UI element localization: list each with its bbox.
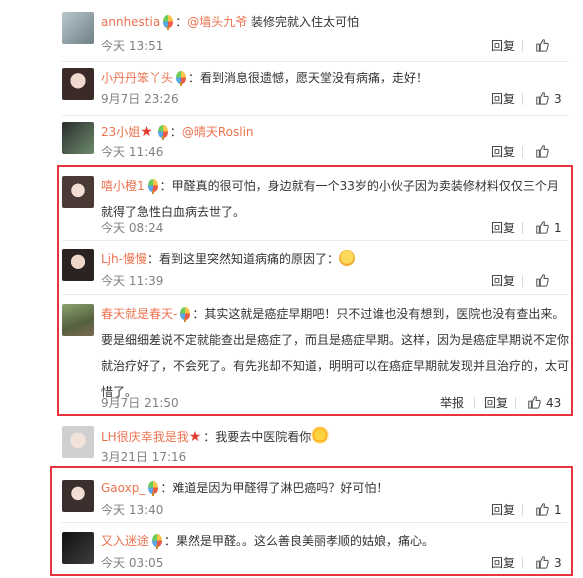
divider (522, 146, 523, 158)
like-thumb-icon[interactable] (535, 91, 549, 105)
angry-face-emoji (338, 250, 355, 266)
username[interactable]: 嘻小橙1 (101, 179, 145, 193)
comment-item: Ljh-慢慢：看到这里突然知道病痛的原因了： 今天 11:39 回复 (0, 241, 583, 293)
avatar[interactable] (62, 426, 94, 458)
reply-button[interactable]: 回复 (491, 91, 515, 107)
like-thumb-icon[interactable] (535, 273, 549, 287)
divider (522, 557, 523, 569)
username[interactable]: 23小姐 (101, 125, 140, 139)
reply-button[interactable]: 回复 (491, 144, 515, 160)
avatar[interactable] (62, 122, 94, 154)
avatar[interactable] (62, 176, 94, 208)
like-thumb-icon[interactable] (535, 38, 549, 52)
timestamp: 3月21日 17:16 (101, 450, 187, 464)
avatar[interactable] (62, 12, 94, 44)
comment-text: ：我要去中医院看你 (203, 430, 312, 444)
comment-item: 春天就是春天- ：其实这就是癌症早期吧！只不过谁也没有想到，医院也没有查出来。要是… (0, 296, 583, 414)
comment-item: annhestia ：@墙头九爷 装修完就入住太可怕 今天 13:51 回复 (0, 0, 583, 56)
sun-face-emoji (311, 426, 330, 444)
mention-link[interactable]: @晴天Roslin (182, 125, 254, 139)
avatar[interactable] (62, 249, 94, 281)
reply-button[interactable]: 回复 (491, 273, 515, 289)
timestamp: 今天 11:46 (101, 145, 164, 159)
avatar[interactable] (62, 68, 94, 100)
comment-item: Gaoxp_ ：难道是因为甲醛得了淋巴癌吗？好可怕！ 今天 13:40 回复 1 (0, 470, 583, 520)
like-thumb-icon[interactable] (535, 502, 549, 516)
timestamp: 今天 08:24 (101, 221, 164, 235)
reply-button[interactable]: 回复 (491, 502, 515, 518)
colorful-balloon-icon (176, 71, 187, 86)
report-button[interactable]: 举报 (440, 395, 464, 411)
reply-button[interactable]: 回复 (491, 220, 515, 236)
timestamp: 9月7日 23:26 (101, 92, 179, 106)
comment-text: ：看到消息很遗憾，愿天堂没有病痛，走好！ (188, 71, 429, 85)
comment-item: 又入迷途 ：果然是甲醛。。这么善良美丽孝顺的姑娘，痛心。 今天 03:05 回复 … (0, 524, 583, 576)
like-count: 43 (546, 396, 562, 410)
like-count: 3 (554, 92, 562, 106)
divider (522, 40, 523, 52)
colorful-balloon-icon (163, 15, 174, 30)
reply-button[interactable]: 回复 (491, 555, 515, 571)
username[interactable]: Ljh-慢慢 (101, 252, 147, 266)
comment-text: ：看到这里突然知道病痛的原因了： (146, 252, 339, 266)
comment-text: 装修完就入住太可怕 (247, 15, 360, 29)
divider (522, 93, 523, 105)
username[interactable]: annhestia (101, 15, 160, 29)
timestamp: 今天 11:39 (101, 274, 164, 288)
username[interactable]: 又入迷途 (101, 534, 149, 548)
divider (522, 222, 523, 234)
timestamp: 9月7日 21:50 (101, 396, 179, 410)
username[interactable]: Gaoxp_ (101, 481, 145, 495)
like-count: 1 (554, 221, 562, 235)
colorful-balloon-icon (148, 481, 159, 496)
red-star-icon: ★ (188, 429, 202, 445)
reply-button[interactable]: 回复 (491, 38, 515, 54)
colorful-balloon-icon (180, 307, 191, 322)
divider (62, 294, 569, 295)
colorful-balloon-icon (152, 534, 163, 549)
avatar[interactable] (62, 480, 94, 512)
mention-link[interactable]: @墙头九爷 (187, 15, 247, 29)
timestamp: 今天 13:40 (101, 503, 164, 517)
comment-text: ：果然是甲醛。。这么善良美丽孝顺的姑娘，痛心。 (164, 534, 435, 548)
timestamp: 今天 03:05 (101, 556, 164, 570)
red-star-icon: ★ (140, 124, 153, 140)
reply-button[interactable]: 回复 (484, 395, 508, 411)
like-count: 3 (554, 556, 562, 570)
comment-item: 小丹丹笨丫头 ：看到消息很遗憾，愿天堂没有病痛，走好！ 9月7日 23:26 回复… (0, 62, 583, 118)
username[interactable]: LH很庆幸我是我 (101, 430, 189, 444)
comment-item: 嘻小橙1 ：甲醛真的很可怕，身边就有一个33岁的小伙子因为卖装修材料仅仅三个月就得… (0, 168, 583, 240)
like-thumb-icon[interactable] (527, 395, 541, 409)
avatar[interactable] (62, 532, 94, 564)
colorful-balloon-icon (157, 125, 168, 140)
username[interactable]: 春天就是春天- (101, 307, 177, 321)
comment-item: 23小姐★ ：@晴天Roslin 今天 11:46 回复 (0, 116, 583, 166)
divider (474, 397, 475, 409)
avatar[interactable] (62, 304, 94, 336)
divider (62, 522, 569, 523)
like-thumb-icon[interactable] (535, 555, 549, 569)
username[interactable]: 小丹丹笨丫头 (101, 71, 173, 85)
like-thumb-icon[interactable] (535, 144, 549, 158)
colorful-balloon-icon (147, 179, 158, 194)
comment-text: ：难道是因为甲醛得了淋巴癌吗？好可怕！ (160, 481, 389, 495)
like-thumb-icon[interactable] (535, 220, 549, 234)
divider (522, 275, 523, 287)
divider (522, 504, 523, 516)
comment-item: LH很庆幸我是我★ ：我要去中医院看你 3月21日 17:16 (0, 418, 583, 466)
divider (515, 397, 516, 409)
like-count: 1 (554, 503, 562, 517)
timestamp: 今天 13:51 (101, 39, 164, 53)
comment-text: ：甲醛真的很可怕，身边就有一个33岁的小伙子因为卖装修材料仅仅三个月就得了急性白… (101, 179, 559, 219)
